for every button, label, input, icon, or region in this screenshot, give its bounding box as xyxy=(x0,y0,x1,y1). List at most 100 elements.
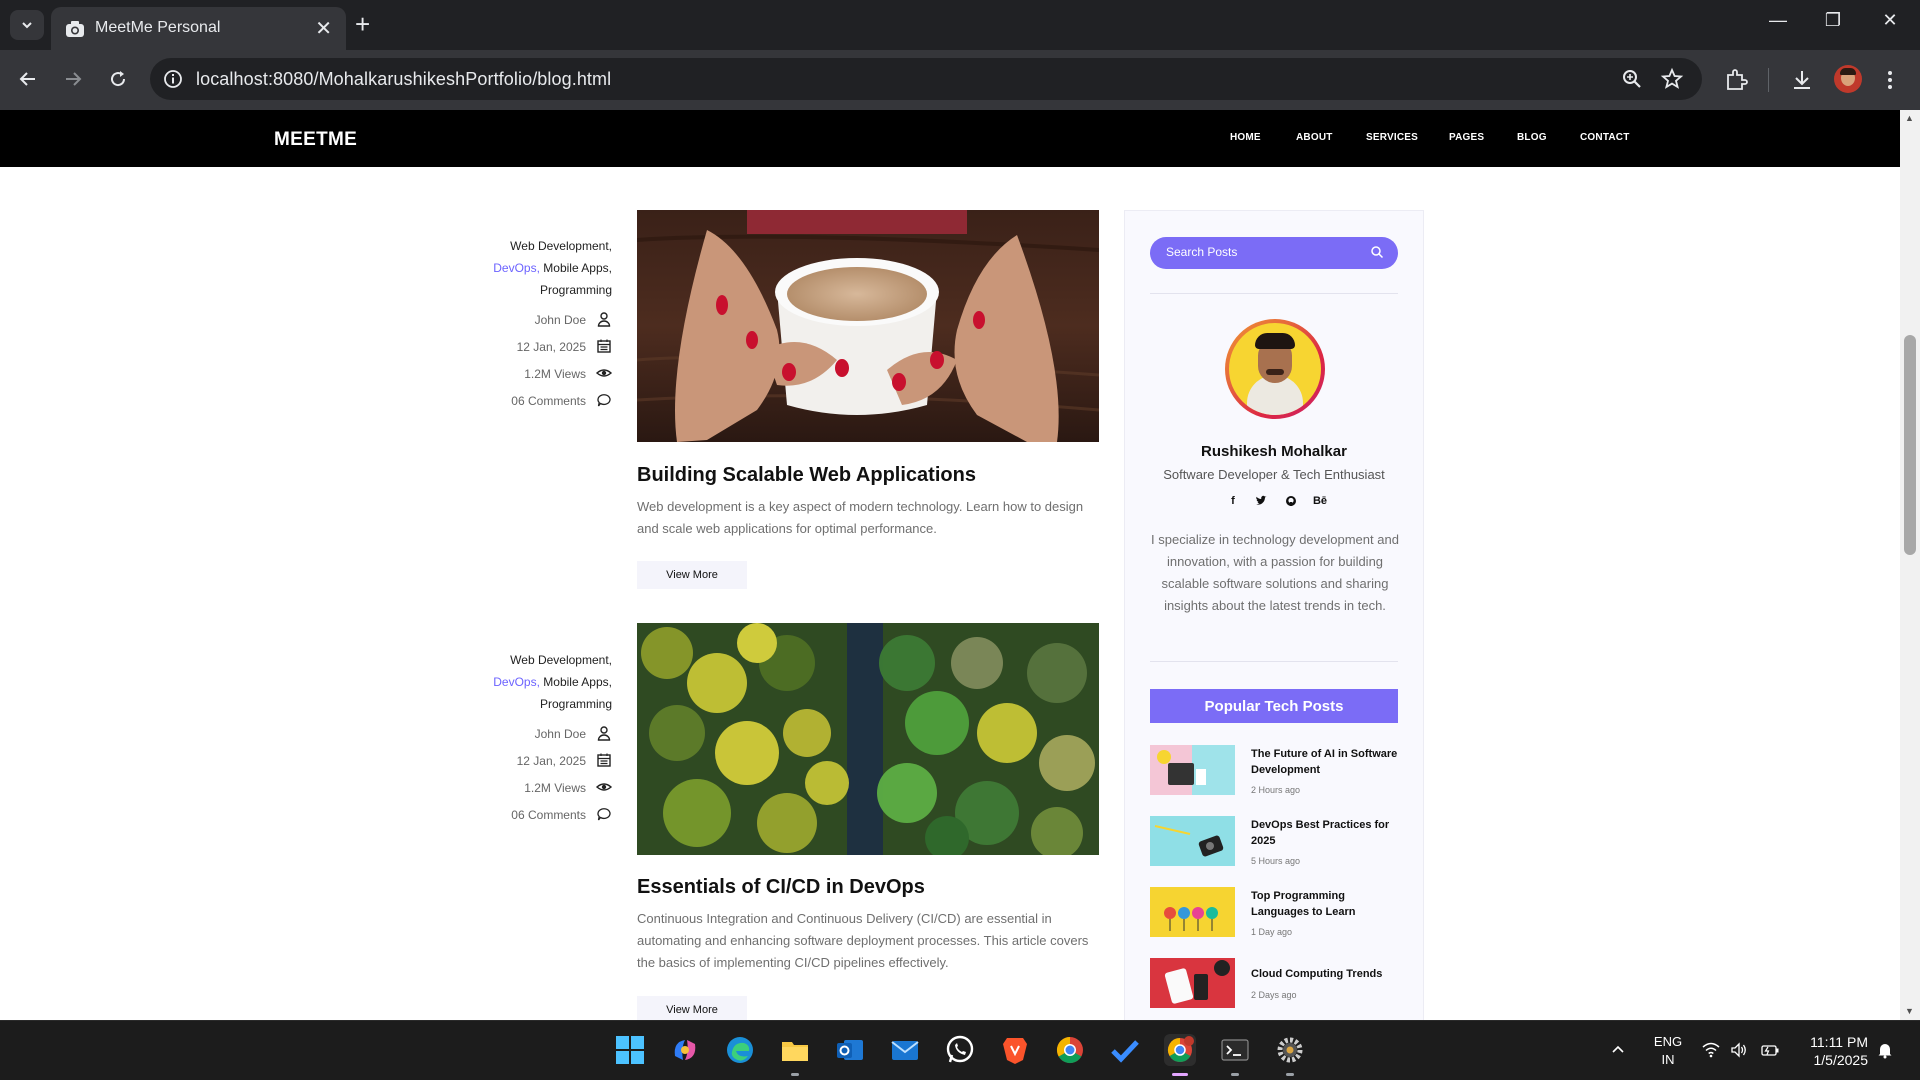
view-more-button[interactable]: View More xyxy=(637,561,747,589)
settings-gear-icon[interactable] xyxy=(1274,1034,1306,1066)
popular-post-time: 2 Hours ago xyxy=(1251,785,1301,795)
brave-icon[interactable] xyxy=(999,1034,1031,1066)
download-icon[interactable] xyxy=(1788,66,1816,94)
site-header: MEETME HOME ABOUT SERVICES PAGES BLOG CO… xyxy=(0,110,1900,167)
user-icon xyxy=(597,726,611,741)
profile-avatar[interactable] xyxy=(1834,65,1862,93)
back-icon[interactable] xyxy=(13,64,43,94)
forward-icon[interactable] xyxy=(58,64,88,94)
nav-about[interactable]: ABOUT xyxy=(1296,132,1333,143)
comments-text[interactable]: 06 Comments xyxy=(511,394,586,408)
post-title[interactable]: Essentials of CI/CD in DevOps xyxy=(637,876,925,899)
chrome-profile-icon[interactable] xyxy=(1164,1034,1196,1066)
post-image-forest[interactable] xyxy=(637,623,1099,855)
behance-icon[interactable]: Bē xyxy=(1310,495,1330,511)
tab-search-button[interactable] xyxy=(10,10,44,40)
post-excerpt: Web development is a key aspect of moder… xyxy=(637,499,1084,536)
edge-icon[interactable] xyxy=(724,1034,756,1066)
facebook-icon[interactable]: f xyxy=(1225,495,1241,511)
divider xyxy=(1150,661,1398,662)
category-link[interactable]: Web Development, xyxy=(510,239,612,253)
whatsapp-icon[interactable] xyxy=(944,1034,976,1066)
view-more-button[interactable]: View More xyxy=(637,996,747,1020)
site-info-icon[interactable] xyxy=(162,68,184,90)
minimize-icon[interactable]: — xyxy=(1758,10,1798,31)
popular-post-item[interactable]: DevOps Best Practices for 2025 5 Hours a… xyxy=(1150,816,1398,872)
divider xyxy=(1150,293,1398,294)
address-bar[interactable]: localhost:8080/MohalkarushikeshPortfolio… xyxy=(150,58,1702,100)
zoom-icon[interactable] xyxy=(1620,67,1644,91)
category-link[interactable]: DevOps, xyxy=(493,675,540,689)
popular-post-title[interactable]: The Future of AI in Software Development xyxy=(1251,746,1401,778)
battery-icon[interactable] xyxy=(1760,1041,1780,1061)
scroll-up-icon[interactable]: ▲ xyxy=(1905,113,1915,123)
post-views: 1.2M Views xyxy=(432,365,612,385)
page-scrollbar[interactable]: ▲ ▼ xyxy=(1900,110,1920,1020)
reload-icon[interactable] xyxy=(103,64,133,94)
popular-post-item[interactable]: Cloud Computing Trends 2 Days ago xyxy=(1150,958,1398,1014)
chrome-icon[interactable] xyxy=(1054,1034,1086,1066)
more-options-icon[interactable] xyxy=(1882,66,1898,94)
popular-post-thumbnail[interactable] xyxy=(1150,816,1235,866)
popular-post-item[interactable]: The Future of AI in Software Development… xyxy=(1150,745,1398,801)
post-author: John Doe xyxy=(432,725,612,745)
popular-post-title[interactable]: Top Programming Languages to Learn xyxy=(1251,888,1401,920)
post-categories: Web Development, DevOps, Mobile Apps, Pr… xyxy=(452,235,612,301)
notification-bell-icon[interactable] xyxy=(1876,1041,1896,1061)
views-text: 1.2M Views xyxy=(524,367,586,381)
restore-icon[interactable]: ❐ xyxy=(1813,10,1853,31)
bookmark-star-icon[interactable] xyxy=(1660,67,1684,91)
copilot-icon[interactable] xyxy=(669,1034,701,1066)
category-link[interactable]: Programming xyxy=(540,697,612,711)
category-link[interactable]: DevOps, xyxy=(493,261,540,275)
start-windows-icon[interactable] xyxy=(614,1034,646,1066)
category-link[interactable]: Mobile Apps, xyxy=(543,261,612,275)
popular-post-thumbnail[interactable] xyxy=(1150,887,1235,937)
file-explorer-icon[interactable] xyxy=(779,1034,811,1066)
popular-post-thumbnail[interactable] xyxy=(1150,958,1235,1008)
chevron-up-icon[interactable] xyxy=(1610,1041,1630,1061)
close-window-icon[interactable]: ✕ xyxy=(1870,10,1910,31)
todo-icon[interactable] xyxy=(1109,1034,1141,1066)
popular-post-title[interactable]: Cloud Computing Trends xyxy=(1251,966,1401,982)
author-name[interactable]: John Doe xyxy=(535,727,586,741)
nav-services[interactable]: SERVICES xyxy=(1366,132,1418,143)
popular-post-thumbnail[interactable] xyxy=(1150,745,1235,795)
twitter-icon[interactable] xyxy=(1253,495,1269,511)
camera-icon xyxy=(66,21,84,37)
github-icon[interactable] xyxy=(1283,495,1299,511)
new-tab-icon[interactable]: + xyxy=(355,10,370,38)
close-tab-icon[interactable]: ✕ xyxy=(315,16,332,41)
post-title[interactable]: Building Scalable Web Applications xyxy=(637,464,976,487)
browser-tab[interactable]: MeetMe Personal ✕ xyxy=(51,7,346,50)
search-icon[interactable] xyxy=(1370,245,1384,259)
url-text[interactable]: localhost:8080/MohalkarushikeshPortfolio… xyxy=(196,69,611,90)
chevron-down-icon xyxy=(22,22,32,29)
author-name[interactable]: John Doe xyxy=(535,313,586,327)
nav-home[interactable]: HOME xyxy=(1230,132,1261,143)
nav-pages[interactable]: PAGES xyxy=(1449,132,1484,143)
mail-icon[interactable] xyxy=(889,1034,921,1066)
volume-icon[interactable] xyxy=(1730,1041,1750,1061)
site-logo[interactable]: MEETME xyxy=(274,129,357,151)
nav-blog[interactable]: BLOG xyxy=(1517,132,1547,143)
category-link[interactable]: Programming xyxy=(540,283,612,297)
scroll-down-icon[interactable]: ▼ xyxy=(1905,1006,1915,1016)
search-input[interactable] xyxy=(1166,245,1366,259)
outlook-icon[interactable] xyxy=(834,1034,866,1066)
language-indicator[interactable]: ENG IN xyxy=(1650,1033,1686,1069)
scroll-thumb[interactable] xyxy=(1904,335,1916,555)
popular-post-item[interactable]: Top Programming Languages to Learn 1 Day… xyxy=(1150,887,1398,943)
wifi-icon[interactable] xyxy=(1702,1041,1722,1061)
calendar-icon xyxy=(597,753,611,767)
category-link[interactable]: Web Development, xyxy=(510,653,612,667)
category-link[interactable]: Mobile Apps, xyxy=(543,675,612,689)
terminal-icon[interactable] xyxy=(1219,1034,1251,1066)
system-clock[interactable]: 11:11 PM 1/5/2025 xyxy=(1800,1033,1868,1069)
nav-contact[interactable]: CONTACT xyxy=(1580,132,1630,143)
comments-text[interactable]: 06 Comments xyxy=(511,808,586,822)
post-views: 1.2M Views xyxy=(432,779,612,799)
post-image-coffee[interactable] xyxy=(637,210,1099,442)
extensions-icon[interactable] xyxy=(1722,66,1750,94)
popular-post-title[interactable]: DevOps Best Practices for 2025 xyxy=(1251,817,1401,849)
